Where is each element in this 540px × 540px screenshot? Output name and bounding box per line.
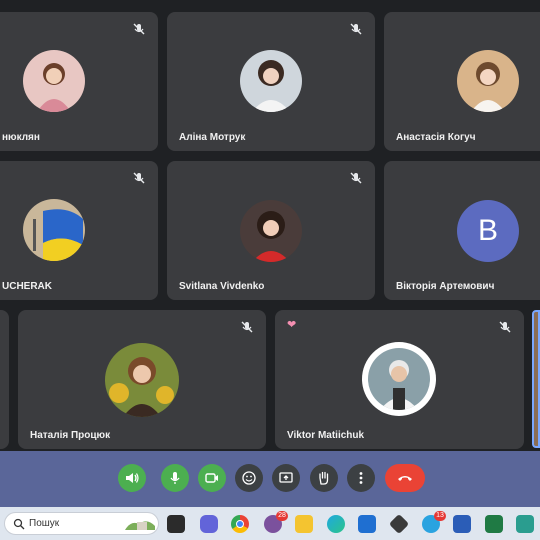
participant-tile[interactable]: B Вікторія Артемович [384,161,540,300]
participant-avatar [105,343,179,417]
participant-tile[interactable]: ❤ Viktor Matiichuk [275,310,524,449]
end-call-button[interactable] [385,464,425,492]
present-screen-icon [279,472,293,483]
raise-hand-button[interactable] [310,464,338,492]
camera-button[interactable] [198,464,226,492]
mic-off-icon [132,171,146,185]
more-options-button[interactable] [347,464,375,492]
participant-name: Вікторія Артемович [396,281,495,292]
speaker-icon [126,473,139,483]
participant-avatar [23,50,85,112]
viber-icon[interactable]: 28 [264,511,288,533]
viber-badge: 28 [276,511,288,521]
file-explorer-icon[interactable] [295,515,313,533]
participant-name: Аліна Мотрук [179,132,246,143]
microphone-icon [170,472,180,484]
self-view-tile-partial[interactable] [532,310,540,448]
mic-off-icon [132,22,146,36]
heart-reaction-icon: ❤ [287,319,297,331]
telegram-icon[interactable]: 13 [422,511,446,533]
search-highlight-icon [125,521,155,530]
mic-off-icon [498,320,512,334]
windows-taskbar: Пошук 28 13 [0,507,540,540]
participant-avatar [240,200,302,262]
participant-name: Viktor Matiichuk [287,430,365,441]
participant-tile[interactable]: Аліна Мотрук [167,12,375,151]
participant-tile-partial[interactable] [0,310,9,449]
participant-avatar [23,199,85,261]
app-cube-icon[interactable] [388,513,410,535]
word-icon[interactable] [453,515,471,533]
raise-hand-icon [319,471,329,485]
microphone-button[interactable] [161,464,189,492]
camera-icon [205,473,218,483]
participant-avatar [457,50,519,112]
participant-tile[interactable]: нюклян [0,12,158,151]
more-options-icon [359,472,363,484]
participant-name: нюклян [2,132,40,143]
participant-tile[interactable]: Наталія Процюк [18,310,266,449]
participant-name: Анастасія Когуч [396,132,476,143]
participant-avatar [240,50,302,112]
speaker-button[interactable] [118,464,146,492]
present-screen-button[interactable] [272,464,300,492]
telegram-badge: 13 [434,511,446,521]
task-view-icon[interactable] [167,515,185,533]
mic-off-icon [349,171,363,185]
participant-tile[interactable]: Svitlana Vivdenko [167,161,375,300]
mic-off-icon [349,22,363,36]
participant-avatar-letter: B [457,200,519,262]
participant-tile[interactable]: UCHERAK [0,161,158,300]
meeting-toolbar [0,451,540,507]
mic-off-icon [240,320,254,334]
participant-tile[interactable]: Анастасія Когуч [384,12,540,151]
participant-name: Наталія Процюк [30,430,111,441]
emoji-icon [242,471,256,485]
participant-name: UCHERAK [2,281,52,292]
store-icon[interactable] [358,515,376,533]
emoji-button[interactable] [235,464,263,492]
search-icon [13,518,25,530]
edge-icon[interactable] [327,515,345,533]
excel-icon[interactable] [485,515,503,533]
chrome-icon[interactable] [231,515,249,533]
participant-avatar [362,342,436,416]
teams-icon[interactable] [200,515,218,533]
participant-name: Svitlana Vivdenko [179,281,265,292]
end-call-icon [398,476,412,481]
camera-app-icon[interactable] [516,515,534,533]
taskbar-search-box[interactable]: Пошук [4,512,159,535]
search-placeholder: Пошук [29,518,60,529]
